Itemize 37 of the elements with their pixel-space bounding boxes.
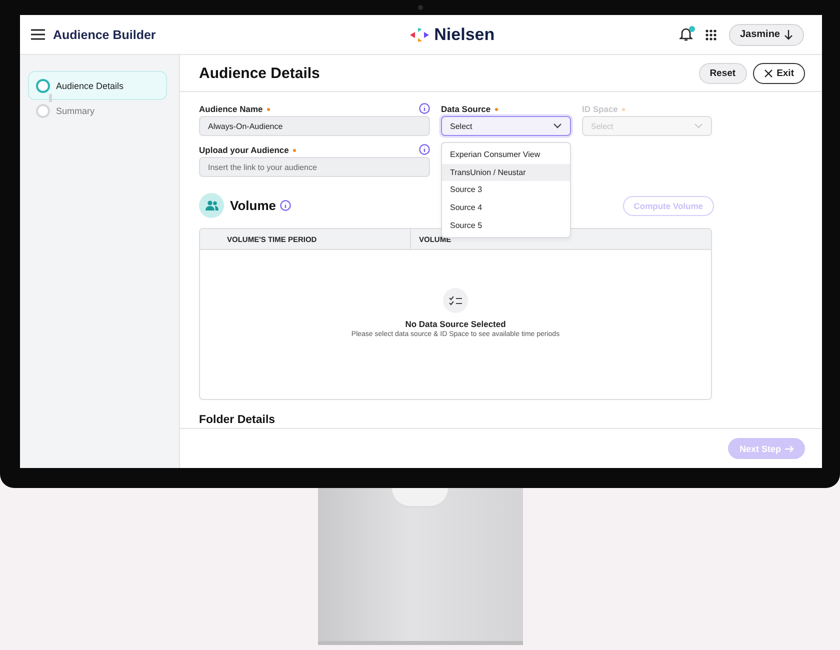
menu-icon[interactable] (31, 29, 45, 40)
empty-state-title: No Data Source Selected (405, 319, 506, 329)
section-title: Volume (230, 198, 276, 213)
field-label: Audience Name (199, 104, 270, 114)
apps-grid-icon[interactable] (704, 28, 717, 40)
app-title: Audience Builder (53, 28, 156, 42)
data-source-select[interactable]: Select (441, 116, 571, 136)
dropdown-option[interactable]: Source 5 (442, 216, 570, 234)
chevron-down-icon (694, 123, 703, 129)
info-icon[interactable] (419, 144, 430, 155)
arrow-right-icon (785, 444, 794, 452)
dropdown-option[interactable]: Source 4 (442, 198, 570, 216)
field-label: Upload your Audience (199, 144, 296, 154)
dropdown-option[interactable]: Experian Consumer View (442, 146, 570, 164)
user-menu-button[interactable]: Jasmine (728, 24, 804, 46)
close-icon (764, 68, 773, 78)
notification-bell-icon[interactable] (678, 27, 693, 42)
dropdown-option[interactable]: Source 3 (442, 181, 570, 199)
info-icon[interactable] (280, 200, 291, 211)
checklist-icon (443, 288, 468, 313)
logo-icon (410, 28, 430, 42)
audience-name-field[interactable]: Always-On-Audience (199, 116, 430, 136)
info-icon[interactable] (419, 103, 430, 114)
camera-icon (418, 5, 423, 10)
exit-button[interactable]: Exit (752, 62, 805, 84)
arrow-down-icon (784, 30, 793, 40)
logo-text: Nielsen (434, 24, 495, 44)
step-item[interactable]: Audience Details (28, 71, 167, 100)
reset-button[interactable]: Reset (698, 62, 747, 84)
chevron-down-icon (553, 123, 562, 129)
upload-link-field[interactable]: Insert the link to your audience (199, 157, 430, 177)
field-label: Data Source (441, 104, 498, 114)
field-label: ID Space (582, 104, 625, 114)
page-title: Audience Details (199, 64, 321, 82)
dropdown-option[interactable]: TransUnion / Neustar (442, 164, 570, 182)
people-icon (199, 193, 224, 218)
section-title: Folder Details (199, 414, 276, 426)
